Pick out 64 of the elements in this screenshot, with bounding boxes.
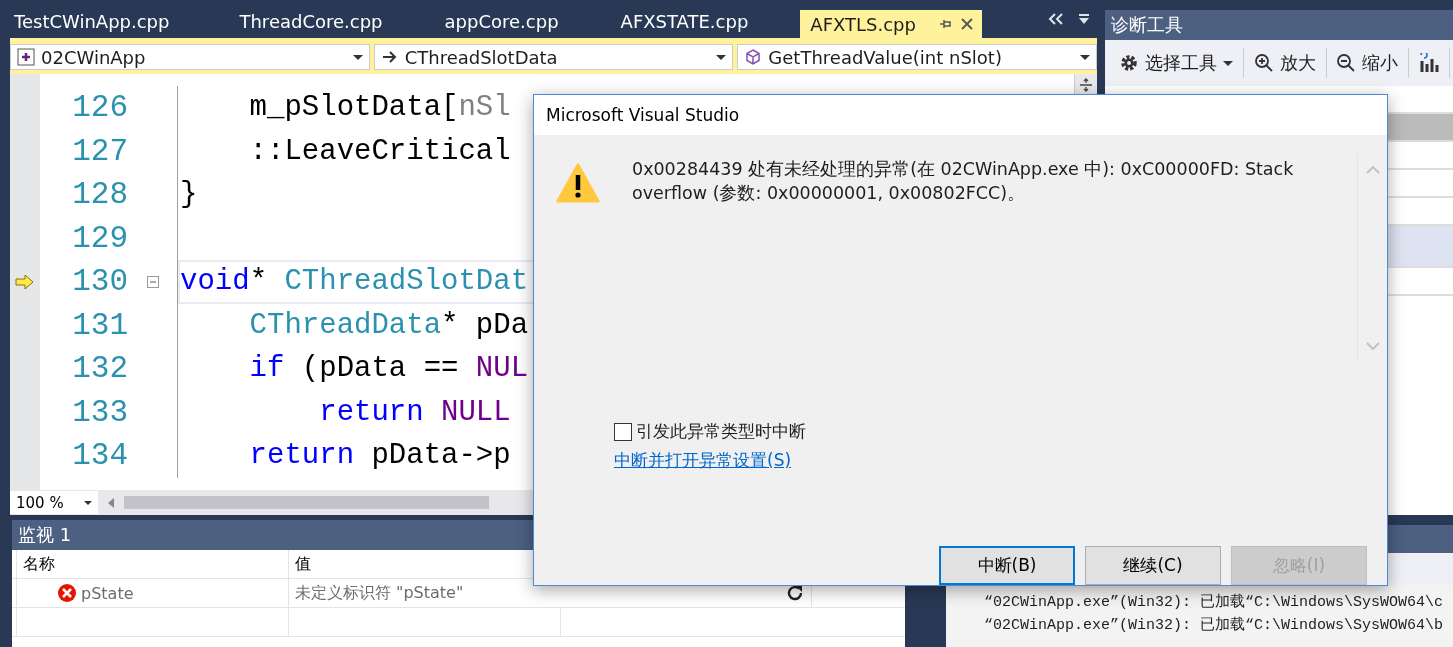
caret-icon bbox=[716, 54, 727, 60]
output-line: “02CWinApp.exe”(Win32): 已加载“C:\Windows\SysWOW64\c bbox=[984, 592, 1445, 613]
project-icon bbox=[17, 48, 35, 66]
toolbar-button[interactable]: 缩小 bbox=[1336, 51, 1398, 75]
file-tab[interactable]: appCore.cpp bbox=[434, 0, 611, 38]
zoom-dropdown[interactable]: 100 % bbox=[10, 491, 98, 514]
toolbar-button[interactable]: 选择工具 bbox=[1119, 51, 1233, 75]
line-number: 129 bbox=[71, 220, 128, 256]
close-icon[interactable] bbox=[959, 17, 974, 31]
file-tab[interactable]: TestCWinApp.cpp bbox=[4, 0, 230, 38]
dialog-button[interactable]: 中断(B) bbox=[939, 546, 1075, 585]
split-icon[interactable] bbox=[1079, 78, 1093, 92]
code-line: CThreadData* pDa bbox=[248, 308, 529, 342]
code-line: void* CThreadSlotDat bbox=[180, 265, 529, 299]
toolbar-button[interactable]: 放大 bbox=[1253, 51, 1316, 75]
refresh-icon[interactable] bbox=[785, 583, 805, 603]
code-line: } bbox=[180, 178, 198, 212]
line-number: 131 bbox=[71, 307, 128, 343]
scroll-tabs-icon[interactable] bbox=[1047, 12, 1065, 26]
checkbox[interactable] bbox=[614, 422, 632, 441]
line-number: 126 bbox=[71, 90, 128, 126]
dialog-title: Microsoft Visual Studio bbox=[546, 105, 740, 125]
exception-settings-link[interactable]: 中断并打开异常设置(S) bbox=[614, 449, 792, 472]
code-line: m_pSlotData[nSl bbox=[248, 91, 511, 125]
scroll-left-icon[interactable] bbox=[106, 496, 116, 509]
file-tab[interactable]: AFXTLS.cpp bbox=[800, 10, 982, 38]
watch-name: pState bbox=[81, 583, 134, 603]
line-number: 134 bbox=[71, 438, 128, 474]
line-number: 128 bbox=[71, 177, 128, 213]
error-message: 0x00284439 处有未经处理的异常(在 02CWinApp.exe 中): 0xC00000FD: Stack overflow (参数: 0x00000001, 0x00802FCC)。 bbox=[632, 158, 1295, 205]
scrollbar-thumb[interactable] bbox=[124, 496, 489, 509]
file-tab[interactable]: ThreadCore.cpp bbox=[229, 0, 435, 38]
gear-icon bbox=[1119, 53, 1139, 73]
navigation-dropdown[interactable]: CThreadSlotData bbox=[373, 44, 734, 70]
navigation-dropdown[interactable]: 02CWinApp bbox=[10, 44, 370, 70]
output-line: “02CWinApp.exe”(Win32): 已加载“C:\Windows\SysWOW64\b bbox=[984, 615, 1445, 636]
code-line: return pData->p bbox=[248, 439, 511, 473]
zoom-in-icon bbox=[1253, 53, 1274, 73]
bar-chart-icon bbox=[1418, 53, 1439, 73]
column-header: 名称 bbox=[23, 553, 55, 575]
caret-icon bbox=[352, 54, 363, 60]
zoom-out-icon bbox=[1336, 53, 1356, 73]
file-tab[interactable]: AFXSTATE.cpp bbox=[610, 0, 801, 38]
navigation-dropdown[interactable]: GetThreadValue(int nSlot) bbox=[737, 44, 1097, 70]
code-line: return NULL bbox=[318, 395, 511, 429]
column-header: 值 bbox=[295, 553, 311, 575]
pin-icon[interactable] bbox=[937, 17, 952, 31]
dialog-button[interactable]: 继续(C) bbox=[1085, 546, 1221, 585]
caret-icon bbox=[1080, 54, 1090, 60]
toolbar-button[interactable] bbox=[1418, 53, 1439, 73]
panel-title: 诊断工具 bbox=[1111, 13, 1183, 37]
warning-icon bbox=[556, 163, 600, 203]
dropdown-icon[interactable] bbox=[1077, 12, 1091, 26]
code-line: ::LeaveCritical bbox=[248, 134, 511, 168]
watch-value: 未定义标识符 "pState" bbox=[295, 582, 464, 604]
collapse-icon[interactable] bbox=[146, 275, 159, 288]
line-number: 133 bbox=[71, 394, 128, 430]
panel-title: 监视 1 bbox=[18, 523, 72, 547]
checkbox-label[interactable]: 引发此异常类型时中断 bbox=[636, 420, 806, 443]
line-number: 130 bbox=[71, 264, 128, 300]
code-line: if (pData == NUL bbox=[248, 352, 529, 386]
cube-icon bbox=[744, 48, 763, 66]
line-number: 127 bbox=[71, 133, 128, 169]
line-number: 132 bbox=[71, 351, 128, 387]
